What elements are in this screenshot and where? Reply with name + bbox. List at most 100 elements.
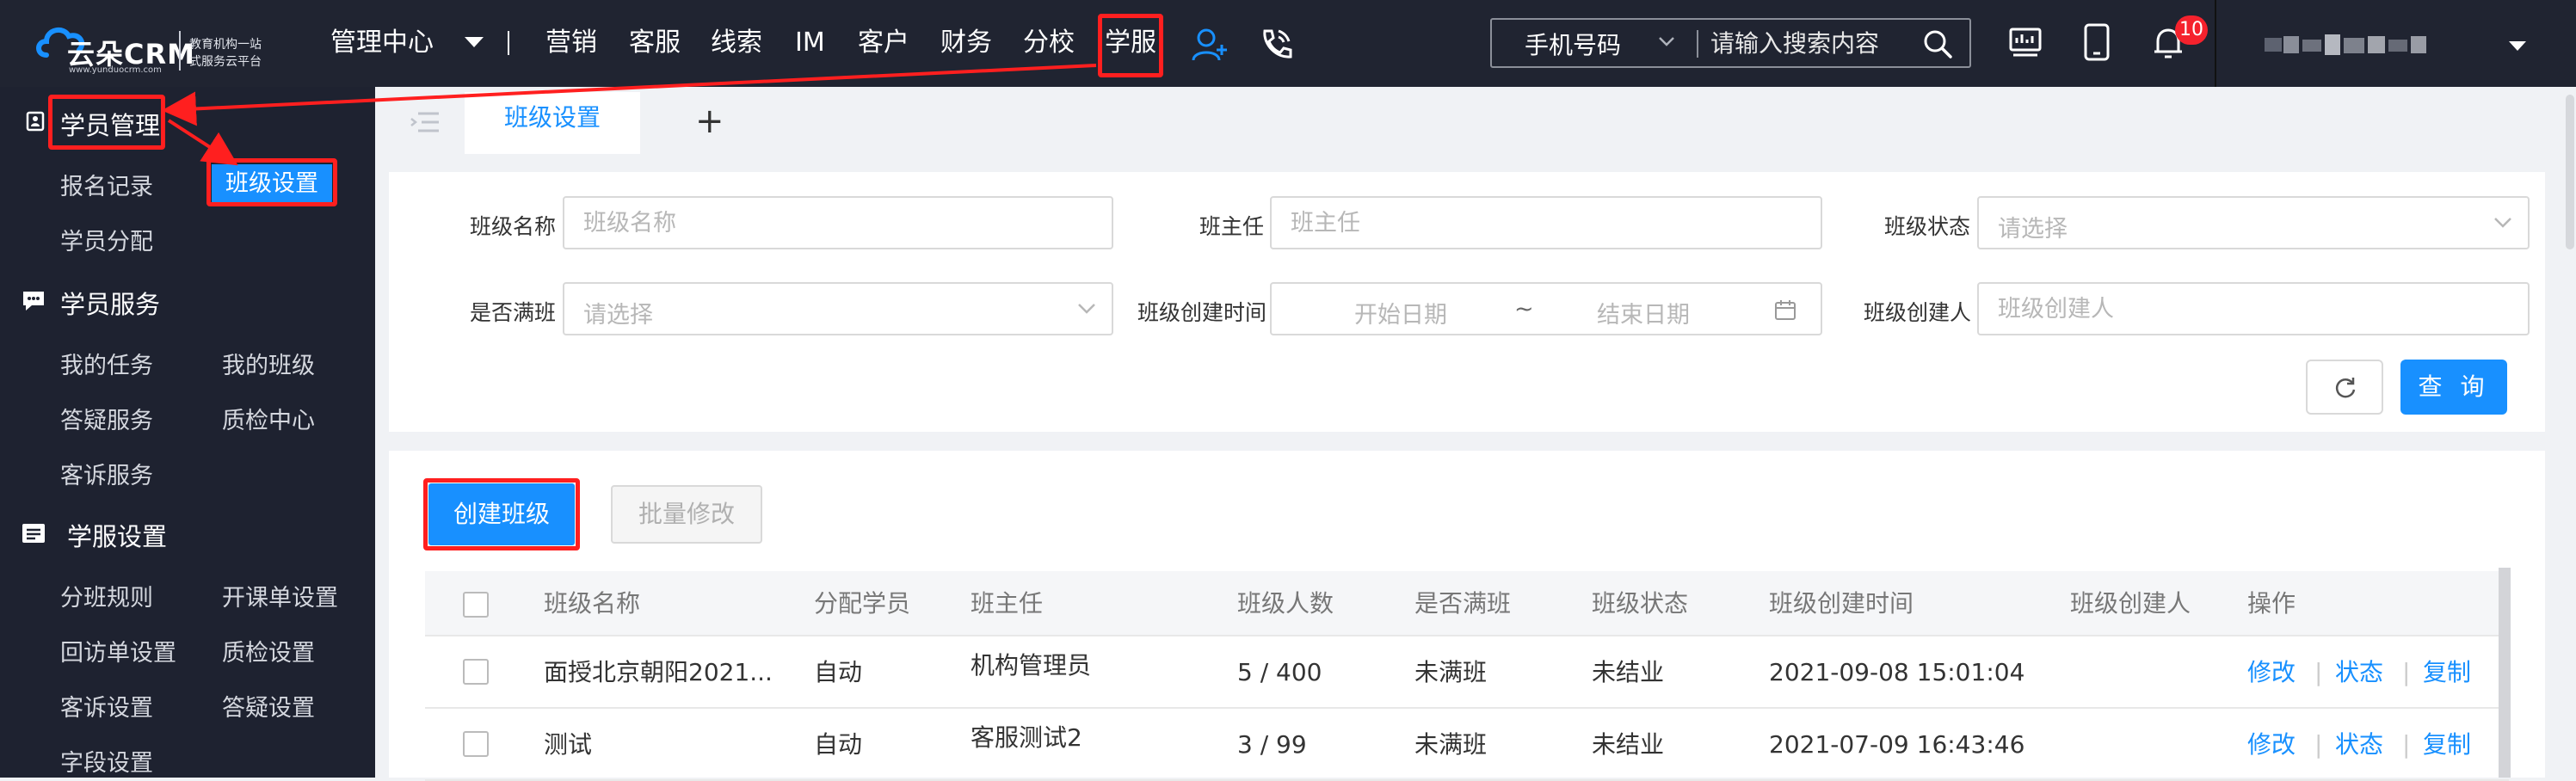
nav-item-marketing[interactable]: 营销 bbox=[545, 26, 597, 60]
col-creator[interactable]: 班级创建人 bbox=[2070, 571, 2191, 636]
class-name-label: 班级名称 bbox=[470, 214, 557, 239]
sidebar-item-course-order-settings[interactable]: 开课单设置 bbox=[222, 579, 338, 612]
start-date: 开始日期 bbox=[1354, 302, 1447, 329]
search-input[interactable] bbox=[1709, 26, 1907, 60]
search-type-select[interactable]: 手机号码 bbox=[1525, 27, 1621, 61]
col-created-time[interactable]: 班级创建时间 bbox=[1769, 571, 1914, 636]
head-teacher-input[interactable] bbox=[1270, 196, 1822, 249]
nav-item-leads[interactable]: 线索 bbox=[711, 26, 762, 60]
row-count: 3 / 99 bbox=[1237, 730, 1307, 759]
nav-item-finance[interactable]: 财务 bbox=[940, 26, 992, 60]
nav-item-customer-service[interactable]: 客服 bbox=[629, 26, 681, 60]
chevron-down-icon bbox=[2494, 218, 2511, 228]
sidebar-group-service-settings[interactable]: 学服设置 bbox=[67, 517, 167, 553]
query-button[interactable]: 查 询 bbox=[2400, 360, 2507, 415]
sidebar-item-my-tasks[interactable]: 我的任务 bbox=[60, 347, 153, 380]
collapse-menu-icon[interactable] bbox=[410, 111, 441, 133]
row-created: 2021-07-09 16:43:46 bbox=[1769, 730, 2025, 759]
class-list-panel: 创建班级 批量修改 班级名称 分配学员 班主任 班级人数 是否满班 班级状态 班… bbox=[389, 451, 2545, 781]
op-divider: | bbox=[2314, 730, 2323, 759]
col-class-status[interactable]: 班级状态 bbox=[1592, 571, 1688, 636]
row-checkbox[interactable] bbox=[463, 731, 489, 757]
search-icon[interactable] bbox=[1922, 28, 1953, 59]
col-actions: 操作 bbox=[2247, 589, 2296, 618]
tab-class-settings[interactable]: 班级设置 bbox=[465, 92, 640, 154]
col-class-size[interactable]: 班级人数 bbox=[1237, 571, 1334, 636]
profile-divider bbox=[2215, 0, 2216, 87]
reset-button[interactable] bbox=[2306, 360, 2383, 415]
status-link[interactable]: 状态 bbox=[2335, 709, 2383, 781]
add-user-icon[interactable] bbox=[1191, 26, 1229, 64]
brand-logo[interactable]: 云朵CRM www.yunduocrm.com 教育机构一站 式服务云平台 bbox=[34, 12, 284, 75]
edit-link[interactable]: 修改 bbox=[2247, 636, 2296, 709]
sidebar-item-class-rules[interactable]: 分班规则 bbox=[60, 579, 153, 612]
phone-call-icon[interactable] bbox=[1258, 26, 1294, 64]
sidebar-item-field-settings[interactable]: 字段设置 bbox=[60, 744, 153, 778]
sidebar-item-student-assignment[interactable]: 学员分配 bbox=[60, 223, 153, 256]
row-checkbox[interactable] bbox=[463, 659, 489, 685]
col-head-teacher[interactable]: 班主任 bbox=[971, 571, 1043, 636]
end-date: 结束日期 bbox=[1597, 302, 1690, 329]
table-header: 班级名称 分配学员 班主任 班级人数 是否满班 班级状态 班级创建时间 班级创建… bbox=[425, 571, 2509, 636]
mobile-icon[interactable] bbox=[2082, 22, 2111, 62]
row-count: 5 / 400 bbox=[1237, 658, 1322, 686]
chevron-down-icon bbox=[1078, 304, 1095, 314]
chat-bubble-icon bbox=[23, 292, 44, 311]
search-divider bbox=[1697, 30, 1698, 58]
head-teacher-label: 班主任 bbox=[1199, 214, 1265, 239]
select-all-checkbox[interactable] bbox=[463, 592, 489, 618]
created-date-range[interactable]: 开始日期 ~ 结束日期 bbox=[1270, 282, 1822, 335]
row-full: 未满班 bbox=[1414, 730, 1488, 759]
status-link[interactable]: 状态 bbox=[2335, 636, 2383, 709]
sidebar-item-quality-center[interactable]: 质检中心 bbox=[222, 402, 315, 435]
is-full-select[interactable]: 请选择 bbox=[563, 282, 1113, 335]
nav-item-branches[interactable]: 分校 bbox=[1023, 26, 1075, 60]
op-divider: | bbox=[2402, 730, 2411, 759]
created-time-label: 班级创建时间 bbox=[1137, 300, 1267, 325]
nav-item-im[interactable]: IM bbox=[795, 26, 825, 60]
creator-input[interactable] bbox=[1977, 282, 2530, 335]
refresh-icon bbox=[2335, 378, 2356, 398]
class-name-input[interactable] bbox=[563, 196, 1113, 249]
chevron-down-icon[interactable] bbox=[465, 37, 484, 47]
batch-edit-button[interactable]: 批量修改 bbox=[611, 485, 762, 544]
nav-divider bbox=[508, 31, 509, 55]
user-name-blurred[interactable] bbox=[2265, 33, 2428, 57]
sidebar-item-qa-service[interactable]: 答疑服务 bbox=[60, 402, 153, 435]
op-divider: | bbox=[2402, 658, 2411, 686]
sidebar-item-qa-settings[interactable]: 答疑设置 bbox=[222, 689, 315, 723]
add-tab-button[interactable]: + bbox=[695, 95, 724, 147]
row-status: 未结业 bbox=[1592, 730, 1665, 759]
edit-link[interactable]: 修改 bbox=[2247, 709, 2296, 781]
chevron-down-icon[interactable] bbox=[2509, 41, 2526, 51]
col-is-full[interactable]: 是否满班 bbox=[1414, 571, 1511, 636]
sidebar-item-complaint-settings[interactable]: 客诉设置 bbox=[60, 689, 153, 723]
sidebar-item-enrollment-records[interactable]: 报名记录 bbox=[60, 168, 153, 201]
col-class-name[interactable]: 班级名称 bbox=[544, 571, 640, 636]
top-navbar: 云朵CRM www.yunduocrm.com 教育机构一站 式服务云平台 管理… bbox=[0, 0, 2576, 87]
row-class-name: 测试 bbox=[544, 730, 593, 759]
copy-link[interactable]: 复制 bbox=[2423, 709, 2471, 781]
row-teacher: 机构管理员 bbox=[971, 651, 1092, 680]
sidebar-item-my-classes[interactable]: 我的班级 bbox=[222, 347, 315, 380]
sidebar-item-complaint-service[interactable]: 客诉服务 bbox=[60, 457, 153, 490]
op-divider: | bbox=[2314, 658, 2323, 686]
monitor-icon[interactable] bbox=[2008, 26, 2043, 60]
notification-badge: 10 bbox=[2175, 15, 2208, 45]
row-status: 未结业 bbox=[1592, 658, 1665, 686]
col-assign-students[interactable]: 分配学员 bbox=[814, 571, 910, 636]
nav-management-center[interactable]: 管理中心 bbox=[330, 26, 434, 60]
row-full: 未满班 bbox=[1414, 658, 1488, 686]
sidebar-item-followup-settings[interactable]: 回访单设置 bbox=[60, 634, 176, 667]
student-card-icon bbox=[26, 111, 45, 132]
class-status-select[interactable]: 请选择 bbox=[1977, 196, 2530, 249]
nav-item-customers[interactable]: 客户 bbox=[858, 26, 909, 60]
chevron-down-icon[interactable] bbox=[1657, 32, 1676, 51]
sidebar-item-quality-settings[interactable]: 质检设置 bbox=[222, 634, 315, 667]
copy-link[interactable]: 复制 bbox=[2423, 636, 2471, 709]
page-scrollbar-thumb[interactable] bbox=[2566, 95, 2574, 249]
row-assign: 自动 bbox=[814, 658, 863, 686]
table-scrollbar[interactable] bbox=[2499, 568, 2511, 778]
sidebar-group-student-services[interactable]: 学员服务 bbox=[60, 285, 160, 321]
logo-divider bbox=[179, 31, 181, 71]
